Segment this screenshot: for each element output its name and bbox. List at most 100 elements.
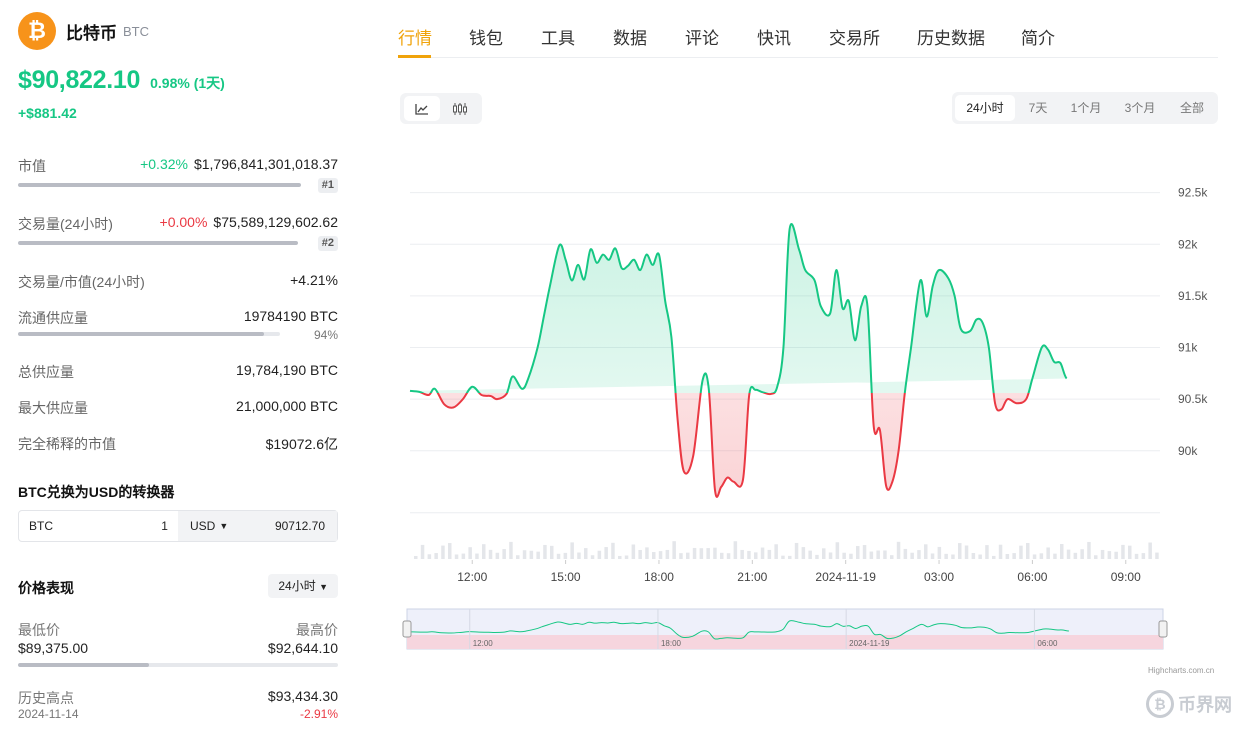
volume-bar: [937, 546, 942, 559]
tab-tools[interactable]: 工具: [541, 24, 575, 49]
stat-change: +0.00%: [159, 214, 208, 230]
x-tick-label: 09:00: [1111, 570, 1141, 584]
y-tick-label: 92k: [1178, 237, 1198, 251]
volume-bar: [713, 547, 717, 559]
stat-value: 19784190 BTC: [243, 308, 338, 324]
volume-bar: [917, 550, 921, 559]
active-tab-indicator: [398, 55, 431, 58]
currency-select[interactable]: USD ▼: [190, 519, 228, 533]
volume-bar: [522, 550, 527, 559]
volume-bar: [862, 545, 867, 559]
market-cap-bar: [18, 183, 301, 187]
volume-bar: [978, 554, 982, 559]
x-tick-label: 15:00: [551, 570, 581, 584]
price-chart[interactable]: 90k 90.5k 91k 91.5k 92k 92.5k 90710.1 12:00 15…: [398, 160, 1218, 660]
converter-from[interactable]: BTC 1: [19, 511, 178, 541]
volume-bar: [1080, 549, 1084, 559]
volume-bar: [910, 552, 914, 559]
volume-bar: [733, 541, 738, 559]
volume-bar: [448, 543, 452, 559]
tab-exchanges[interactable]: 交易所: [829, 24, 880, 49]
candlestick-icon[interactable]: [442, 96, 478, 121]
x-tick-label: 12:00: [457, 570, 487, 584]
volume-bars: [414, 541, 1159, 559]
ath-date: 2024-11-14: [18, 707, 79, 721]
volume-bar: [475, 553, 479, 559]
volume-bar: [781, 555, 785, 559]
watermark-text: 币界网: [1178, 695, 1232, 715]
range-24h[interactable]: 24小时: [955, 95, 1015, 121]
circulating-bar: [18, 332, 280, 336]
volume-bar: [1128, 545, 1132, 559]
tab-market[interactable]: 行情: [398, 24, 432, 49]
volume-bar: [890, 555, 894, 559]
y-tick-label: 91k: [1178, 341, 1198, 355]
coin-header: ₿ 比特币 BTC: [18, 12, 149, 50]
converter-to-amount: 90712.70: [274, 519, 325, 533]
price-range-bar: [18, 663, 338, 667]
volume-bar: [788, 555, 792, 559]
converter-from-amount[interactable]: 1: [161, 519, 168, 533]
volume-bar: [835, 542, 840, 559]
volume-bar: [985, 545, 989, 559]
volume-bar: [427, 554, 432, 559]
tab-wallet[interactable]: 钱包: [469, 24, 503, 49]
y-tick-label: 91.5k: [1178, 289, 1208, 303]
volume-bar: [631, 544, 636, 559]
volume-bar: [679, 553, 683, 559]
stat-value: +0.00% $75,589,129,602.62: [159, 214, 338, 230]
range-7d[interactable]: 7天: [1018, 95, 1058, 121]
x-tick-label: 2024-11-19: [815, 570, 876, 584]
volume-bar: [570, 542, 574, 559]
volume-bar: [760, 547, 765, 559]
volume-bar: [495, 552, 500, 559]
ath-label: 历史高点: [18, 690, 74, 706]
volume-bar: [924, 544, 928, 559]
stat-value: 21,000,000 BTC: [236, 398, 338, 414]
navigator-handle-right[interactable]: [1158, 620, 1168, 638]
volume-bar: [597, 550, 602, 559]
volume-bar: [1039, 553, 1044, 559]
volume-bar: [543, 544, 547, 559]
volume-bar: [529, 550, 534, 559]
volume-bar: [740, 549, 744, 559]
chart-credit[interactable]: Highcharts.com.cn: [1148, 666, 1214, 675]
volume-bar: [692, 547, 697, 559]
tab-history[interactable]: 历史数据: [917, 24, 985, 49]
navigator[interactable]: 12:00 18:00 2024-11-19 06:00: [402, 608, 1168, 650]
tab-news[interactable]: 快讯: [757, 24, 791, 49]
volume-bar: [1148, 542, 1152, 559]
watermark: ₿ 币界网: [1146, 690, 1232, 718]
volume-bar: [509, 541, 513, 559]
tab-intro[interactable]: 简介: [1021, 24, 1055, 49]
navigator-tick-label: 12:00: [473, 639, 494, 648]
x-axis: 12:00 15:00 18:00 21:00 2024-11-19 03:00 06:00…: [457, 560, 1141, 584]
volume-bar: [441, 545, 445, 559]
converter-from-symbol: BTC: [29, 519, 53, 533]
tab-comments[interactable]: 评论: [685, 24, 719, 49]
navigator-handle-left[interactable]: [402, 620, 412, 638]
last-price-text: 90710.1: [1173, 160, 1202, 162]
range-3m[interactable]: 3个月: [1115, 95, 1165, 121]
line-chart-icon[interactable]: [404, 96, 440, 121]
volume-bar: [1032, 554, 1037, 559]
navigator-tick-label: 2024-11-19: [849, 639, 890, 648]
converter-title: BTC兑换为USD的转换器: [18, 484, 175, 500]
performance-period-select[interactable]: 24小时 ▼: [268, 574, 338, 598]
volume-bar: [1073, 552, 1078, 559]
volume-bar: [828, 552, 833, 559]
range-all[interactable]: 全部: [1170, 95, 1214, 121]
stat-label: 市值: [18, 158, 46, 174]
range-1m[interactable]: 1个月: [1062, 95, 1110, 121]
volume-bar: [699, 548, 704, 559]
volume-bar: [1155, 552, 1159, 559]
volume-bar: [1100, 549, 1105, 559]
stat-label: 总供应量: [18, 364, 74, 380]
volume-bar: [584, 548, 588, 559]
converter-to[interactable]: USD ▼ 90712.70: [177, 511, 337, 541]
volume-bar: [747, 550, 751, 559]
volume-bar: [896, 541, 901, 559]
chart-type-toggle: [400, 93, 482, 124]
volume-bar: [624, 555, 629, 559]
tab-data[interactable]: 数据: [613, 24, 647, 49]
